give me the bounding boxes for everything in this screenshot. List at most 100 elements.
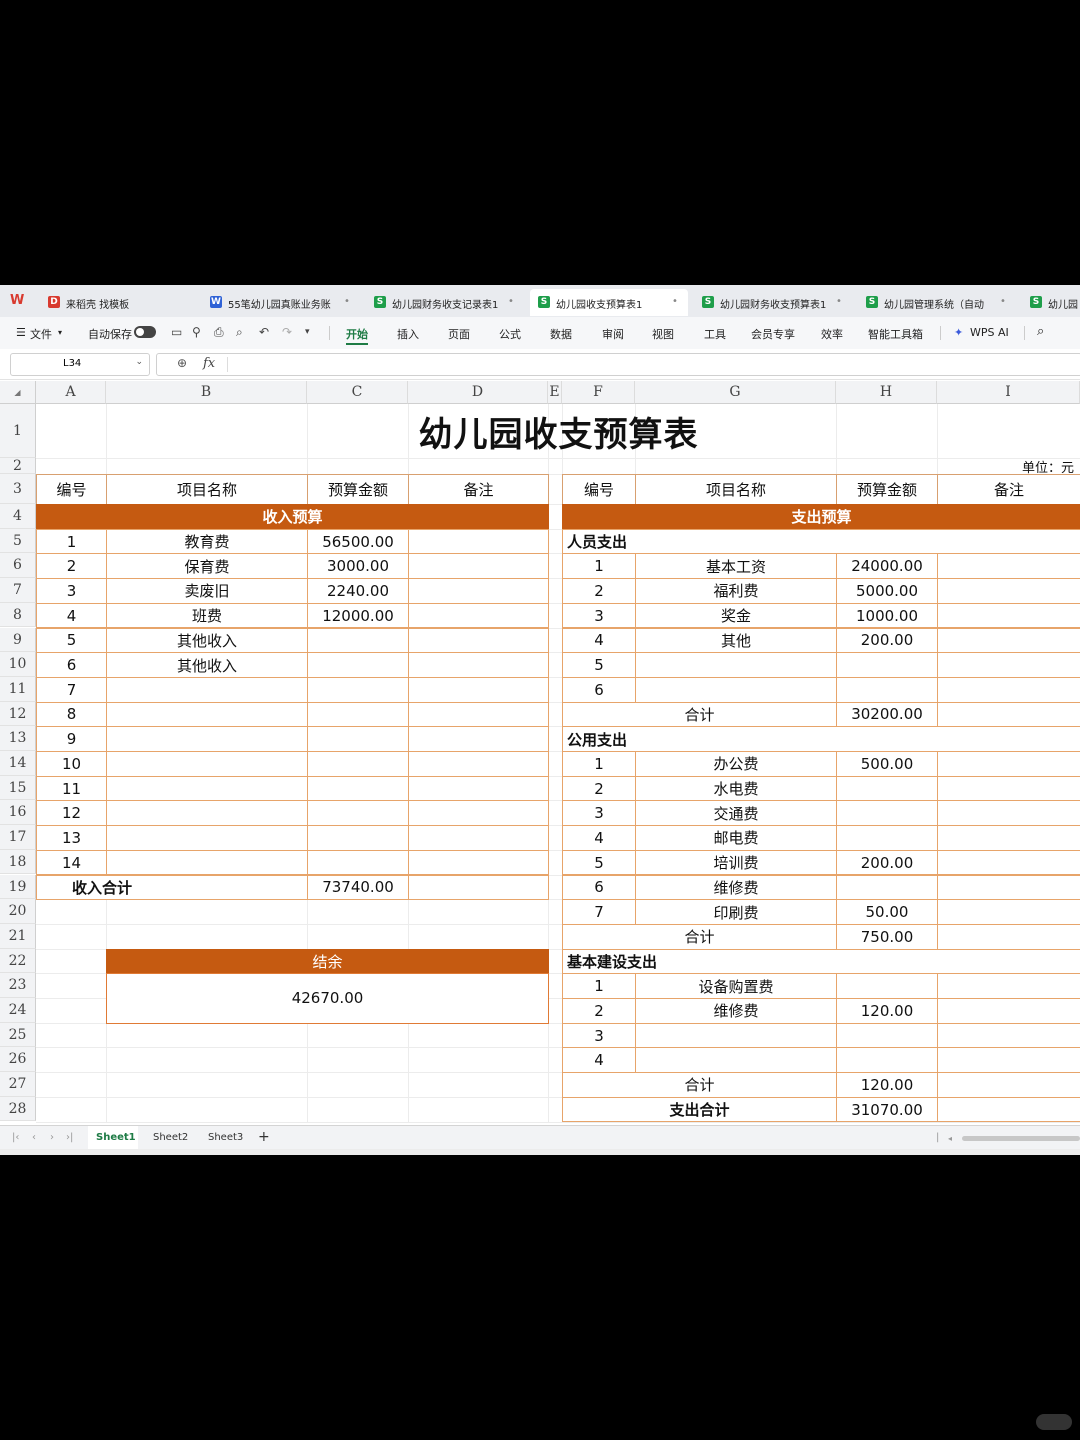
expense-total-note[interactable] <box>937 1096 1080 1123</box>
expense-name[interactable] <box>635 1022 837 1049</box>
expense-note[interactable] <box>937 973 1080 999</box>
more-chevron-icon[interactable]: ▾ <box>305 327 310 337</box>
row-header[interactable]: 19 <box>0 874 36 900</box>
expense-amount[interactable]: 500.00 <box>836 751 938 777</box>
income-amount[interactable] <box>307 849 409 876</box>
menu-item[interactable]: 视图 <box>652 326 674 342</box>
menu-item[interactable]: 智能工具箱 <box>868 326 923 342</box>
income-amount[interactable]: 12000.00 <box>307 602 409 629</box>
document-tab[interactable]: D 来稻壳 找模板 <box>40 289 196 316</box>
income-name[interactable] <box>106 726 308 752</box>
income-note[interactable] <box>408 775 549 802</box>
expense-amount[interactable] <box>836 800 938 827</box>
income-no[interactable]: 8 <box>36 701 107 728</box>
column-header[interactable]: E <box>548 381 562 404</box>
expense-note[interactable] <box>937 1022 1080 1049</box>
expense-amount[interactable]: 120.00 <box>836 998 938 1024</box>
income-note[interactable] <box>408 578 549 604</box>
close-tab-icon[interactable]: • <box>508 296 514 307</box>
expense-name[interactable] <box>635 652 837 678</box>
expense-subtotal[interactable]: 120.00 <box>836 1072 938 1098</box>
column-title[interactable]: 编号 <box>562 474 636 505</box>
expense-group-title[interactable]: 公用支出 <box>562 726 1080 752</box>
expense-note[interactable] <box>937 751 1080 777</box>
expense-name[interactable]: 福利费 <box>635 578 837 604</box>
expense-no[interactable]: 2 <box>562 998 636 1024</box>
income-name[interactable] <box>106 849 308 876</box>
zoom-icon[interactable]: ⊕ <box>177 356 187 370</box>
expense-no[interactable]: 1 <box>562 751 636 777</box>
row-header[interactable]: 8 <box>0 602 36 628</box>
expense-no[interactable]: 1 <box>562 553 636 580</box>
income-name[interactable]: 班费 <box>106 602 308 629</box>
expense-subtotal-label[interactable]: 合计 <box>562 1072 837 1098</box>
income-no[interactable]: 14 <box>36 849 107 876</box>
income-name[interactable]: 教育费 <box>106 528 308 555</box>
income-amount[interactable] <box>307 676 409 703</box>
expense-subtotal-note[interactable] <box>937 923 1080 950</box>
row-header[interactable]: 13 <box>0 726 36 751</box>
income-no[interactable]: 2 <box>36 553 107 580</box>
print-icon[interactable]: ⎙ <box>214 325 224 340</box>
income-name[interactable] <box>106 800 308 827</box>
column-title[interactable]: 编号 <box>36 474 107 505</box>
row-header[interactable]: 18 <box>0 849 36 875</box>
income-note[interactable] <box>408 701 549 728</box>
expense-amount[interactable] <box>836 1022 938 1049</box>
expense-subtotal-note[interactable] <box>937 701 1080 728</box>
income-amount[interactable]: 3000.00 <box>307 553 409 580</box>
search-icon[interactable]: ⌕ <box>1037 324 1044 339</box>
document-tab[interactable]: S 幼儿园管理系统（自动 • <box>858 289 1016 316</box>
expense-amount[interactable] <box>836 652 938 678</box>
row-header[interactable]: 20 <box>0 899 36 924</box>
redo-icon[interactable]: ↷ <box>282 325 292 339</box>
expense-amount[interactable]: 200.00 <box>836 627 938 654</box>
expense-subtotal-label[interactable]: 合计 <box>562 923 837 950</box>
row-header[interactable]: 9 <box>0 627 36 653</box>
row-header[interactable]: 7 <box>0 578 36 603</box>
expense-name[interactable]: 办公费 <box>635 751 837 777</box>
menu-item[interactable]: 公式 <box>499 326 521 342</box>
expense-note[interactable] <box>937 775 1080 802</box>
expense-amount[interactable] <box>836 1047 938 1074</box>
row-header[interactable]: 21 <box>0 923 36 949</box>
expense-name[interactable]: 设备购置费 <box>635 973 837 999</box>
expense-name[interactable]: 交通费 <box>635 800 837 827</box>
expense-name[interactable]: 培训费 <box>635 849 837 876</box>
income-note[interactable] <box>408 627 549 654</box>
expense-subtotal[interactable]: 750.00 <box>836 923 938 950</box>
row-header[interactable]: 1 <box>0 404 36 458</box>
expense-note[interactable] <box>937 553 1080 580</box>
expense-note[interactable] <box>937 652 1080 678</box>
income-band[interactable]: 收入预算 <box>36 504 549 530</box>
name-box[interactable]: L34 ⌄ <box>10 353 150 376</box>
income-name[interactable] <box>106 775 308 802</box>
income-no[interactable]: 12 <box>36 800 107 827</box>
column-header[interactable]: H <box>836 381 937 404</box>
hamburger-icon[interactable]: ☰ <box>16 326 26 339</box>
document-tab[interactable]: S 幼儿园收支预算表1 • <box>530 289 688 316</box>
file-menu[interactable]: 文件 <box>30 326 52 342</box>
income-note[interactable] <box>408 528 549 555</box>
income-amount[interactable] <box>307 726 409 752</box>
column-title[interactable]: 备注 <box>408 474 549 505</box>
row-header[interactable]: 4 <box>0 504 36 529</box>
select-all-corner[interactable]: ◢ <box>0 381 36 404</box>
last-sheet-icon[interactable]: ›| <box>66 1132 73 1143</box>
income-note[interactable] <box>408 676 549 703</box>
column-header[interactable]: A <box>36 381 106 404</box>
expense-note[interactable] <box>937 825 1080 851</box>
income-amount[interactable] <box>307 751 409 777</box>
row-header[interactable]: 28 <box>0 1096 36 1122</box>
expense-band[interactable]: 支出预算 <box>562 504 1080 530</box>
income-total-note[interactable] <box>408 874 549 901</box>
expense-total-label[interactable]: 支出合计 <box>562 1096 837 1123</box>
expense-group-title[interactable]: 人员支出 <box>562 528 1080 555</box>
expense-no[interactable]: 4 <box>562 1047 636 1074</box>
close-tab-icon[interactable]: • <box>836 296 842 307</box>
close-tab-icon[interactable]: • <box>344 296 350 307</box>
expense-subtotal-label[interactable]: 合计 <box>562 701 837 728</box>
expense-name[interactable] <box>635 676 837 703</box>
scroll-left-icon[interactable]: ◂ <box>948 1134 952 1143</box>
first-sheet-icon[interactable]: |‹ <box>12 1132 19 1143</box>
